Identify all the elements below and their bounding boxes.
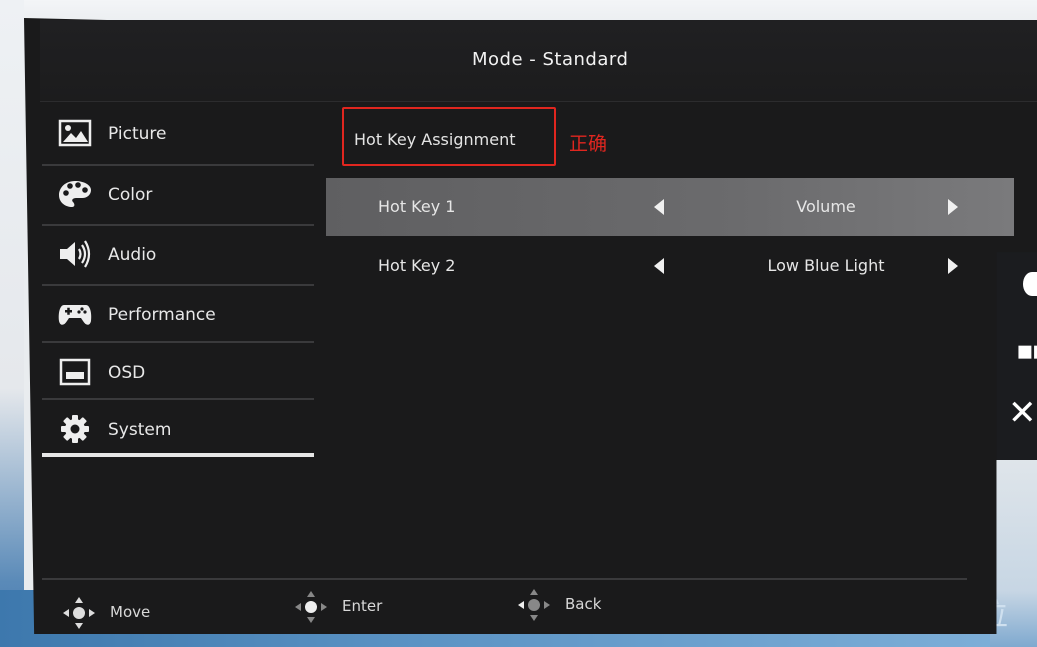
hotkey-1-label: Hot Key 1 [378,197,456,216]
arrow-left-icon[interactable] [654,199,664,215]
partial-round-icon [1023,272,1037,296]
arrow-left-icon[interactable] [654,258,664,274]
sidebar-item-label: Color [108,185,153,205]
osd-icon [59,358,91,386]
palette-icon [59,181,91,207]
annotation-note: 正确 [569,133,608,155]
sidebar-item-system[interactable]: System [42,400,314,460]
arrow-right-icon[interactable] [948,199,958,215]
sidebar-item-performance[interactable]: Performance [42,285,314,345]
picture-icon [58,119,92,147]
hotkey-1-row[interactable]: Hot Key 1 Volume [326,178,1014,236]
footer-move-label: Move [110,603,151,621]
footer-divider [42,578,967,580]
arrow-right-icon[interactable] [948,258,958,274]
speaker-icon [60,240,91,268]
sidebar-item-label: Performance [108,305,216,325]
sidebar-item-audio[interactable]: Audio [42,225,314,285]
background-left [0,0,24,647]
mode-title: Mode - Standard [472,49,629,70]
footer-back-label: Back [565,595,602,613]
hotkey-2-row[interactable]: Hot Key 2 Low Blue Light [326,237,1014,295]
sidebar-item-picture[interactable]: Picture [42,104,314,164]
sidebar-item-osd[interactable]: OSD [42,343,314,403]
windows-grid-icon: ▪▪ [1016,336,1037,366]
close-icon: ✕ [1008,393,1037,433]
hotkey-1-value: Volume [796,197,856,216]
dpad-back-icon [518,589,550,621]
dpad-move-icon [63,597,95,629]
gamepad-icon [58,305,92,325]
dpad-enter-icon [295,591,327,623]
sidebar-active-indicator [42,453,314,457]
gear-icon [61,415,89,443]
sidebar-item-color[interactable]: Color [42,165,314,225]
sidebar-item-label: Picture [108,124,167,144]
sidebar-item-label: System [108,420,172,440]
hotkey-2-value: Low Blue Light [767,256,885,275]
sidebar-item-label: OSD [108,363,146,383]
sidebar-item-label: Audio [108,245,157,265]
footer-enter-label: Enter [342,597,383,615]
hotkey-2-label: Hot Key 2 [378,256,456,275]
annotation-highlight-box [342,107,556,166]
